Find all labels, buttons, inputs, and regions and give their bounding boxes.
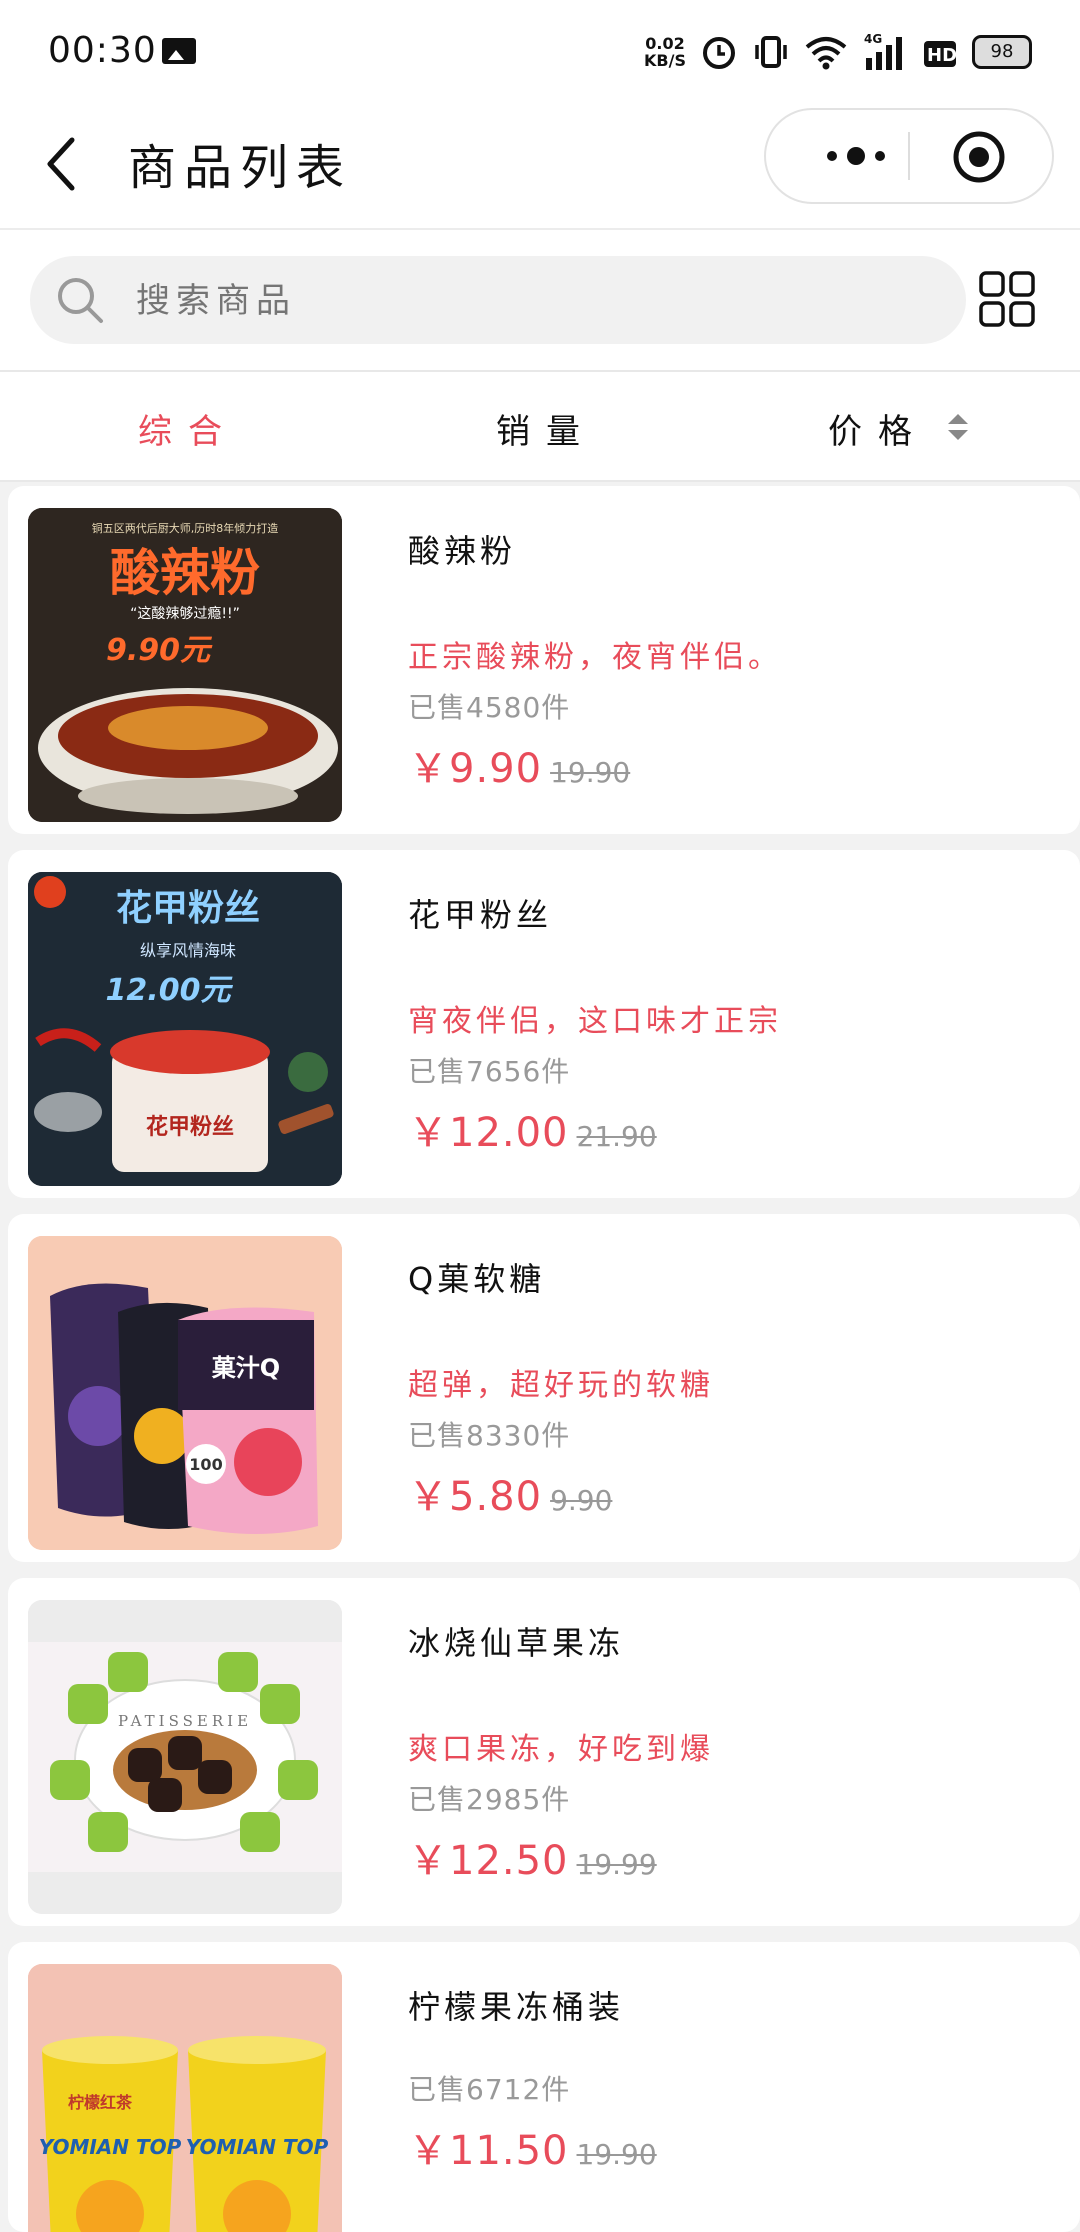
thumb-slogan: “这酸辣够过瘾!!” <box>130 605 240 622</box>
search-box[interactable] <box>30 256 966 346</box>
price-current: ￥12.00 <box>408 1110 569 1156</box>
product-image-art: 铜五区两代后厨大师,历时8年倾力打造 酸辣粉 “这酸辣够过瘾!!” 9.90元 <box>28 508 342 822</box>
thumb-price: 12.00元 <box>106 973 234 1008</box>
product-sold: 已售2985件 <box>408 1783 571 1816</box>
alarm-icon <box>703 37 735 69</box>
search-input[interactable] <box>134 256 938 346</box>
nav-bar: 商品列表 <box>0 100 1080 230</box>
product-card[interactable]: PATISSERIE 冰烧仙草果冻 爽口果冻，好吃到爆 已售2985件 ￥12.… <box>8 1578 1080 1926</box>
net-speed-unit: KB/S <box>644 51 686 70</box>
status-time: 00:30 <box>48 30 157 71</box>
product-card[interactable]: 柠檬红茶 YOMIAN TOP YOMIAN TOP 柠檬果冻桶装 已售6712… <box>8 1942 1080 2232</box>
product-image-art: PATISSERIE <box>28 1600 342 1914</box>
thumb-cup-label: 柠檬红茶 <box>68 2093 133 2112</box>
product-name: Q菓软糖 <box>408 1260 546 1298</box>
product-desc: 超弹，超好玩的软糖 <box>408 1368 714 1403</box>
thumb-badge: 100 <box>189 1455 222 1474</box>
more-icon[interactable] <box>806 134 906 178</box>
thumb-title: 酸辣粉 <box>110 543 260 602</box>
miniprogram-capsule <box>764 108 1054 204</box>
wifi-icon <box>805 37 847 70</box>
capsule-divider <box>908 132 910 180</box>
back-arrow-icon[interactable] <box>36 126 96 202</box>
status-bar: 00:30 0.02 KB/S 4G HD 98 <box>0 0 1080 100</box>
product-card[interactable]: 菓汁Q 100 Q菓软糖 超弹，超好玩的软糖 已售8330件 ￥5.80 9.90 <box>8 1214 1080 1562</box>
product-desc: 正宗酸辣粉，夜宵伴侣。 <box>408 640 782 675</box>
price-original: 19.90 <box>550 756 631 789</box>
product-price: ￥12.50 19.99 <box>408 1828 657 1886</box>
product-desc: 宵夜伴侣，这口味才正宗 <box>408 1004 782 1039</box>
product-image[interactable]: 铜五区两代后厨大师,历时8年倾力打造 酸辣粉 “这酸辣够过瘾!!” 9.90元 <box>28 508 342 822</box>
image-icon <box>162 38 196 64</box>
price-original: 19.99 <box>576 1848 657 1881</box>
product-image-art: 菓汁Q 100 <box>28 1236 342 1550</box>
vibrate-icon <box>755 36 787 68</box>
product-image[interactable]: 菓汁Q 100 <box>28 1236 342 1550</box>
thumb-title: 花甲粉丝 <box>116 887 260 929</box>
thumb-brand-2: YOMIAN TOP <box>186 2135 329 2159</box>
thumb-pack-label: 菓汁Q <box>211 1354 280 1382</box>
price-original: 9.90 <box>550 1484 613 1517</box>
price-current: ￥5.80 <box>408 1474 543 1520</box>
product-sold: 已售7656件 <box>408 1055 571 1088</box>
product-name: 柠檬果冻桶装 <box>408 1988 625 2026</box>
product-price: ￥9.90 19.90 <box>408 736 630 794</box>
product-image-art: 花甲粉丝 纵享风情海味 12.00元 花甲粉丝 <box>28 872 342 1186</box>
product-image[interactable]: 柠檬红茶 YOMIAN TOP YOMIAN TOP <box>28 1964 342 2232</box>
net-speed-value: 0.02 <box>645 34 685 53</box>
network-label: 4G <box>864 32 882 46</box>
thumb-cup-label: 花甲粉丝 <box>146 1114 234 1140</box>
price-current: ￥11.50 <box>408 2128 569 2174</box>
product-image[interactable]: 花甲粉丝 纵享风情海味 12.00元 花甲粉丝 <box>28 872 342 1186</box>
product-image-art: 柠檬红茶 YOMIAN TOP YOMIAN TOP <box>28 1964 342 2232</box>
product-name: 冰烧仙草果冻 <box>408 1624 625 1662</box>
thumb-slogan: 纵享风情海味 <box>140 941 236 960</box>
grid-view-icon[interactable] <box>978 270 1036 328</box>
product-desc: 爽口果冻，好吃到爆 <box>408 1732 714 1767</box>
close-target-icon[interactable] <box>952 130 1006 184</box>
thumb-banner: 铜五区两代后厨大师,历时8年倾力打造 <box>92 521 279 535</box>
product-sold: 已售6712件 <box>408 2073 571 2106</box>
tab-comprehensive[interactable]: 综合 <box>138 404 238 453</box>
price-original: 19.90 <box>576 2138 657 2171</box>
hd-label: HD <box>927 45 957 66</box>
search-bar <box>0 230 1080 372</box>
thumb-plate-text: PATISSERIE <box>118 1712 252 1730</box>
product-card[interactable]: 花甲粉丝 纵享风情海味 12.00元 花甲粉丝 花甲粉丝 宵夜伴侣，这口味才正宗… <box>8 850 1080 1198</box>
sort-toggle-icon[interactable] <box>946 412 970 442</box>
tab-sales[interactable]: 销量 <box>496 404 596 453</box>
product-name: 酸辣粉 <box>408 532 517 570</box>
price-original: 21.90 <box>576 1120 657 1153</box>
tab-price[interactable]: 价格 <box>828 404 928 453</box>
product-price: ￥11.50 19.90 <box>408 2118 657 2176</box>
page-title: 商品列表 <box>128 140 353 196</box>
signal-icon: 4G <box>864 32 902 70</box>
product-price: ￥5.80 9.90 <box>408 1464 612 1522</box>
hd-icon: HD <box>924 41 957 67</box>
thumb-price: 9.90元 <box>106 633 213 668</box>
search-icon <box>58 278 103 323</box>
price-current: ￥9.90 <box>408 746 543 792</box>
product-image[interactable]: PATISSERIE <box>28 1600 342 1914</box>
product-sold: 已售4580件 <box>408 691 571 724</box>
sort-tabs: 综合 销量 价格 <box>0 372 1080 482</box>
thumb-brand: YOMIAN TOP <box>39 2135 182 2159</box>
product-card[interactable]: 铜五区两代后厨大师,历时8年倾力打造 酸辣粉 “这酸辣够过瘾!!” 9.90元 … <box>8 486 1080 834</box>
status-icons: 0.02 KB/S 4G HD 98 <box>644 30 1032 74</box>
product-name: 花甲粉丝 <box>408 896 553 934</box>
product-sold: 已售8330件 <box>408 1419 571 1452</box>
product-price: ￥12.00 21.90 <box>408 1100 657 1158</box>
price-current: ￥12.50 <box>408 1838 569 1884</box>
net-speed: 0.02 KB/S <box>644 35 686 69</box>
battery-icon: 98 <box>972 35 1032 69</box>
